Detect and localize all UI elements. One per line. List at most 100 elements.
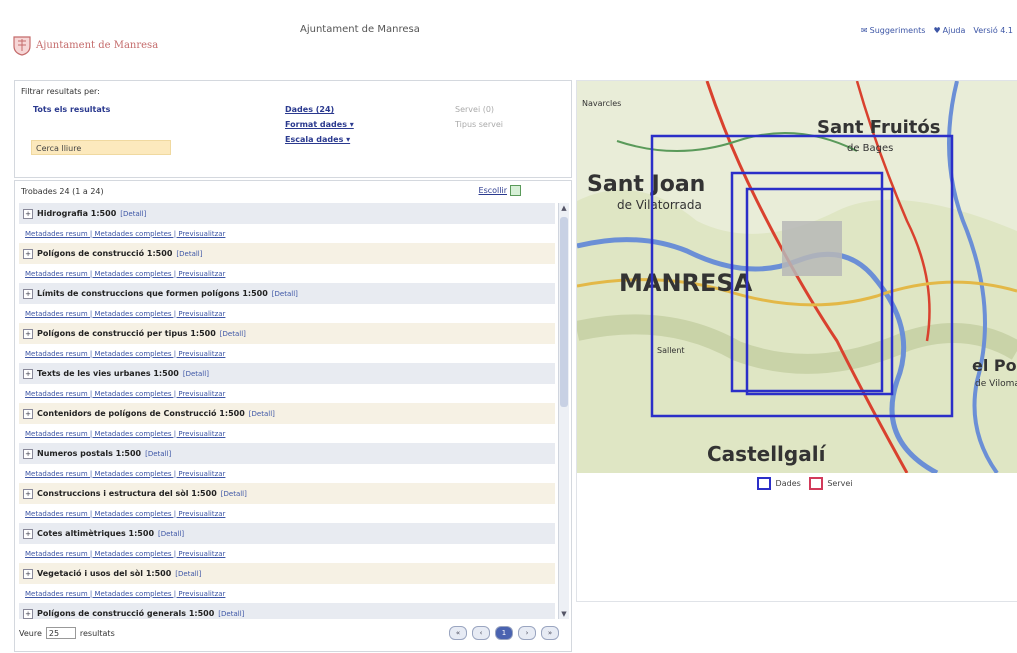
detail-link[interactable]: [Detall] bbox=[220, 330, 246, 338]
expand-icon[interactable]: + bbox=[23, 488, 33, 499]
list-item-title: Contenidors de polígons de Construcció 1… bbox=[37, 409, 245, 418]
filter-service-type-link[interactable]: Tipus servei bbox=[455, 120, 503, 129]
help-link[interactable]: ♥ Ajuda bbox=[933, 26, 965, 35]
detail-link[interactable]: [Detall] bbox=[120, 210, 146, 218]
metadata-links[interactable]: Metadades resum | Metadades completes | … bbox=[19, 544, 555, 563]
filter-panel: Filtrar resultats per: Tots els resultat… bbox=[14, 80, 572, 178]
first-page-button[interactable]: « bbox=[449, 626, 467, 640]
all-results-link[interactable]: Tots els resultats bbox=[33, 105, 110, 114]
legend-swatch-data bbox=[757, 477, 771, 490]
expand-icon[interactable]: + bbox=[23, 208, 33, 219]
suggestions-link[interactable]: ✉ Suggeriments bbox=[861, 26, 926, 35]
heart-icon: ♥ bbox=[933, 26, 941, 35]
expand-icon[interactable]: + bbox=[23, 568, 33, 579]
metadata-links[interactable]: Metadades resum | Metadades completes | … bbox=[19, 344, 555, 363]
scroll-up-icon[interactable]: ▲ bbox=[559, 203, 569, 213]
legend-item-data: Dades bbox=[757, 477, 801, 490]
list-item-title: Polígons de construcció 1:500 bbox=[37, 249, 173, 258]
select-checkbox[interactable] bbox=[510, 185, 521, 196]
list-item-title: Límits de construccions que formen políg… bbox=[37, 289, 268, 298]
list-item-title: Hidrografia 1:500 bbox=[37, 209, 117, 218]
metadata-links[interactable]: Metadades resum | Metadades completes | … bbox=[19, 384, 555, 403]
detail-link[interactable]: [Detall] bbox=[176, 250, 202, 258]
pagination-row: Veure 25 resultats « ‹ 1 › » bbox=[19, 623, 559, 643]
filter-format-dropdown[interactable]: Format dades ▾ bbox=[285, 120, 354, 129]
list-item-title: Texts de les vies urbanes 1:500 bbox=[37, 369, 179, 378]
detail-link[interactable]: [Detall] bbox=[183, 370, 209, 378]
expand-icon[interactable]: + bbox=[23, 528, 33, 539]
list-item[interactable]: + Cotes altimètriques 1:500 [Detall] bbox=[19, 523, 555, 544]
list-item-title: Polígons de construcció per tipus 1:500 bbox=[37, 329, 216, 338]
expand-icon[interactable]: + bbox=[23, 328, 33, 339]
detail-link[interactable]: [Detall] bbox=[158, 530, 184, 538]
metadata-links[interactable]: Metadades resum | Metadades completes | … bbox=[19, 504, 555, 523]
filter-scale-dropdown[interactable]: Escala dades ▾ bbox=[285, 135, 354, 144]
expand-icon[interactable]: + bbox=[23, 448, 33, 459]
map-label-el-pont: el Pont bbox=[972, 356, 1017, 375]
next-page-button[interactable]: › bbox=[518, 626, 536, 640]
detail-link[interactable]: [Detall] bbox=[175, 570, 201, 578]
map-view[interactable]: Sant Joan de Vilatorrada MANRESA Sant Fr… bbox=[577, 81, 1017, 473]
list-item[interactable]: + Numeros postals 1:500 [Detall] bbox=[19, 443, 555, 464]
map-label-sallent: Sallent bbox=[657, 346, 685, 355]
expand-icon[interactable]: + bbox=[23, 408, 33, 419]
filter-data-link[interactable]: Dades (24) bbox=[285, 105, 354, 114]
expand-icon[interactable]: + bbox=[23, 608, 33, 619]
map-panel: Sant Joan de Vilatorrada MANRESA Sant Fr… bbox=[576, 80, 1017, 602]
metadata-links[interactable]: Metadades resum | Metadades completes | … bbox=[19, 584, 555, 603]
map-label-bages: de Bages bbox=[847, 143, 893, 154]
list-item[interactable]: + Hidrografia 1:500 [Detall] bbox=[19, 203, 555, 224]
detail-link[interactable]: [Detall] bbox=[249, 410, 275, 418]
results-scrollbar[interactable]: ▲ ▼ bbox=[558, 203, 569, 619]
version-label: Versió 4.1 bbox=[973, 26, 1013, 35]
list-item[interactable]: + Contenidors de polígons de Construcció … bbox=[19, 403, 555, 424]
metadata-links[interactable]: Metadades resum | Metadades completes | … bbox=[19, 464, 555, 483]
expand-icon[interactable]: + bbox=[23, 248, 33, 259]
last-page-button[interactable]: » bbox=[541, 626, 559, 640]
results-list: + Hidrografia 1:500 [Detall] Metadades resu… bbox=[19, 203, 555, 619]
header: Ajuntament de Manresa Ajuntament de Manr… bbox=[0, 0, 1017, 75]
legend-item-service: Servei bbox=[808, 477, 853, 490]
list-item[interactable]: + Polígons de construcció 1:500 [Detall] bbox=[19, 243, 555, 264]
list-item-title: Vegetació i usos del sòl 1:500 bbox=[37, 569, 172, 578]
pager: « ‹ 1 › » bbox=[449, 626, 559, 640]
detail-link[interactable]: [Detall] bbox=[221, 490, 247, 498]
expand-icon[interactable]: + bbox=[23, 288, 33, 299]
metadata-links[interactable]: Metadades resum | Metadades completes | … bbox=[19, 304, 555, 323]
metadata-links[interactable]: Metadades resum | Metadades completes | … bbox=[19, 264, 555, 283]
logo-text: Ajuntament de Manresa bbox=[36, 39, 159, 51]
metadata-links[interactable]: Metadades resum | Metadades completes | … bbox=[19, 224, 555, 243]
list-item[interactable]: + Construccions i estructura del sòl 1:50… bbox=[19, 483, 555, 504]
current-page-button[interactable]: 1 bbox=[495, 626, 513, 640]
mail-icon: ✉ bbox=[860, 26, 868, 35]
filter-service-link[interactable]: Servei (0) bbox=[455, 105, 503, 114]
filter-service-options: Servei (0) Tipus servei bbox=[455, 105, 503, 129]
scroll-thumb[interactable] bbox=[560, 217, 568, 407]
per-page-select[interactable]: 25 bbox=[45, 627, 76, 639]
prev-page-button[interactable]: ‹ bbox=[472, 626, 490, 640]
scroll-down-icon[interactable]: ▼ bbox=[559, 609, 569, 619]
list-item-title: Construccions i estructura del sòl 1:500 bbox=[37, 489, 217, 498]
list-item[interactable]: + Vegetació i usos del sòl 1:500 [Detall] bbox=[19, 563, 555, 584]
metadata-links[interactable]: Metadades resum | Metadades completes | … bbox=[19, 424, 555, 443]
expand-icon[interactable]: + bbox=[23, 368, 33, 379]
coat-of-arms-icon bbox=[13, 36, 31, 56]
detail-link[interactable]: [Detall] bbox=[272, 290, 298, 298]
list-item[interactable]: + Polígons de construcció generals 1:500[… bbox=[19, 603, 555, 619]
logo[interactable]: Ajuntament de Manresa bbox=[12, 34, 158, 56]
results-count: Trobades 24 (1 a 24) bbox=[21, 187, 104, 196]
map-label-castellgali: Castellgalí bbox=[707, 442, 827, 466]
list-item[interactable]: + Límits de construccions que formen polí… bbox=[19, 283, 555, 304]
map-label-navarcles: Navarcles bbox=[582, 99, 621, 108]
select-link[interactable]: Escollir bbox=[479, 185, 521, 196]
list-item[interactable]: + Polígons de construcció per tipus 1:500… bbox=[19, 323, 555, 344]
list-item-title: Numeros postals 1:500 bbox=[37, 449, 142, 458]
detail-link[interactable]: [Detall] bbox=[145, 450, 171, 458]
list-item-title: Polígons de construcció generals 1:500 bbox=[37, 609, 215, 618]
list-item[interactable]: + Texts de les vies urbanes 1:500 [Detall] bbox=[19, 363, 555, 384]
filter-options: Dades (24) Format dades ▾ Escala dades ▾ bbox=[285, 105, 354, 144]
top-links: ✉ Suggeriments ♥ Ajuda Versió 4.1 bbox=[861, 26, 1013, 35]
free-search-input[interactable]: Cerca lliure bbox=[31, 140, 171, 155]
map-label-sant-joan: Sant Joan bbox=[587, 172, 705, 197]
detail-link[interactable]: [Detall] bbox=[218, 610, 244, 618]
